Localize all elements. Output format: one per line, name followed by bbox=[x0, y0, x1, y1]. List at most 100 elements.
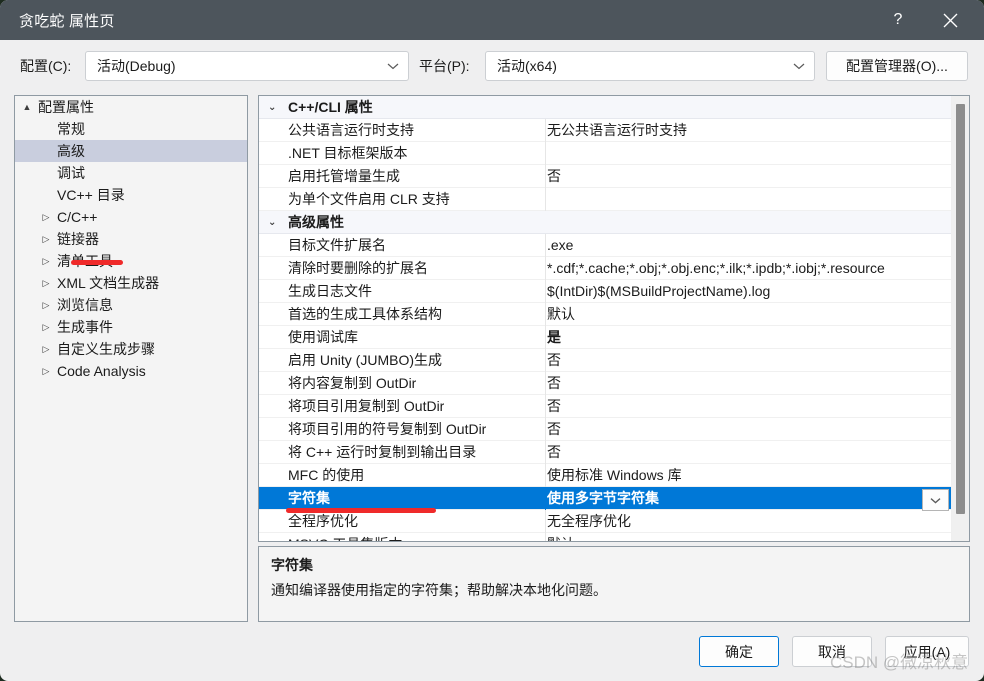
property-row[interactable]: 使用调试库 是 bbox=[259, 326, 951, 349]
sidebar-item[interactable]: ▷ 自定义生成步骤 bbox=[15, 338, 247, 360]
close-icon[interactable] bbox=[926, 0, 974, 40]
property-section-header[interactable]: ⌄ 高级属性 bbox=[259, 211, 951, 234]
property-value[interactable]: .exe bbox=[547, 237, 947, 253]
property-value[interactable]: 否 bbox=[547, 166, 947, 186]
sidebar-item[interactable]: ▷ XML 文档生成器 bbox=[15, 272, 247, 294]
sidebar-item[interactable]: ▷清单工具 bbox=[15, 250, 247, 272]
sidebar-item[interactable]: ▷ C/C++ bbox=[15, 206, 247, 228]
sidebar-item[interactable]: 调试 bbox=[15, 162, 247, 184]
column-divider bbox=[545, 142, 546, 165]
property-row[interactable]: 将内容复制到 OutDir 否 bbox=[259, 372, 951, 395]
tree-collapsed-icon[interactable]: ▷ bbox=[39, 316, 53, 338]
sidebar-item-label: XML 文档生成器 bbox=[57, 275, 160, 291]
property-row[interactable]: 字符集 使用多字节字符集 bbox=[259, 487, 951, 510]
property-name: 目标文件扩展名 bbox=[288, 237, 386, 253]
character-set-dropdown-button[interactable] bbox=[922, 489, 949, 511]
property-row[interactable]: 清除时要删除的扩展名 *.cdf;*.cache;*.obj;*.obj.enc;… bbox=[259, 257, 951, 280]
property-value[interactable]: 默认 bbox=[547, 304, 947, 324]
property-tree[interactable]: ▲配置属性常规高级调试VC++ 目录▷C/C++▷链接器▷清单工具▷XML 文档… bbox=[14, 95, 248, 622]
property-row[interactable]: 公共语言运行时支持 无公共语言运行时支持 bbox=[259, 119, 951, 142]
property-row[interactable]: 启用 Unity (JUMBO)生成 否 bbox=[259, 349, 951, 372]
sidebar-item-label: 浏览信息 bbox=[57, 297, 113, 313]
property-value[interactable]: 使用标准 Windows 库 bbox=[547, 465, 947, 485]
property-row[interactable]: MSVC 工具集版本 默认 bbox=[259, 533, 951, 541]
column-divider bbox=[545, 464, 546, 487]
chevron-down-icon bbox=[930, 497, 941, 504]
tree-collapsed-icon[interactable]: ▷ bbox=[39, 206, 53, 228]
property-row[interactable]: 生成日志文件 $(IntDir)$(MSBuildProjectName).log bbox=[259, 280, 951, 303]
property-row[interactable]: 将项目引用复制到 OutDir 否 bbox=[259, 395, 951, 418]
scrollbar-thumb[interactable] bbox=[956, 104, 965, 514]
column-divider bbox=[545, 510, 546, 533]
sidebar-item[interactable]: ▷ Code Analysis bbox=[15, 360, 247, 382]
property-value[interactable]: 无全程序优化 bbox=[547, 511, 947, 531]
property-row[interactable]: 启用托管增量生成 否 bbox=[259, 165, 951, 188]
help-icon[interactable]: ? bbox=[874, 0, 922, 40]
property-row[interactable]: 为单个文件启用 CLR 支持 bbox=[259, 188, 951, 211]
property-row[interactable]: 将项目引用的符号复制到 OutDir 否 bbox=[259, 418, 951, 441]
property-value[interactable]: *.cdf;*.cache;*.obj;*.obj.enc;*.ilk;*.ip… bbox=[547, 260, 947, 276]
sidebar-item[interactable]: ▷ 生成事件 bbox=[15, 316, 247, 338]
sidebar-item-label: C/C++ bbox=[57, 209, 98, 225]
tree-expanded-icon[interactable]: ▲ bbox=[20, 96, 34, 118]
configuration-bar: 配置(C): 活动(Debug) 平台(P): 活动(x64) 配置管理器(O)… bbox=[0, 40, 984, 93]
tree-collapsed-icon[interactable]: ▷ bbox=[39, 360, 53, 382]
configuration-manager-button[interactable]: 配置管理器(O)... bbox=[826, 51, 968, 81]
sidebar-item-label: 常规 bbox=[57, 121, 85, 137]
sidebar-item[interactable]: 高级 bbox=[15, 140, 247, 162]
sidebar-item[interactable]: ▷ 链接器 bbox=[15, 228, 247, 250]
property-name: MSVC 工具集版本 bbox=[288, 534, 402, 541]
column-divider bbox=[545, 349, 546, 372]
ok-button[interactable]: 确定 bbox=[699, 636, 779, 667]
property-row[interactable]: 将 C++ 运行时复制到输出目录 否 bbox=[259, 441, 951, 464]
tree-collapsed-icon[interactable]: ▷ bbox=[39, 338, 53, 360]
tree-collapsed-icon[interactable]: ▷ bbox=[39, 228, 53, 250]
property-grid[interactable]: ⌄ C++/CLI 属性公共语言运行时支持 无公共语言运行时支持 .NET 目标框架版… bbox=[258, 95, 970, 542]
tree-collapsed-icon[interactable]: ▷ bbox=[39, 272, 53, 294]
tree-collapsed-icon[interactable]: ▷ bbox=[39, 294, 53, 316]
sidebar-item[interactable]: ▲ 配置属性 bbox=[15, 96, 247, 118]
column-divider bbox=[545, 119, 546, 142]
property-row[interactable]: 全程序优化 无全程序优化 bbox=[259, 510, 951, 533]
property-name: 为单个文件启用 CLR 支持 bbox=[288, 191, 450, 207]
property-row[interactable]: MFC 的使用 使用标准 Windows 库 bbox=[259, 464, 951, 487]
property-value[interactable]: 无公共语言运行时支持 bbox=[547, 120, 947, 140]
column-divider bbox=[545, 326, 546, 349]
sidebar-item-label: 调试 bbox=[57, 165, 85, 181]
cancel-button[interactable]: 取消 bbox=[792, 636, 872, 667]
property-row[interactable]: .NET 目标框架版本 bbox=[259, 142, 951, 165]
chevron-down-icon[interactable]: ⌄ bbox=[268, 102, 276, 113]
property-value[interactable]: $(IntDir)$(MSBuildProjectName).log bbox=[547, 283, 947, 299]
column-divider bbox=[545, 257, 546, 280]
sidebar-item-label: VC++ 目录 bbox=[57, 187, 125, 203]
sidebar-item[interactable]: VC++ 目录 bbox=[15, 184, 247, 206]
sidebar-item-label: 自定义生成步骤 bbox=[57, 341, 155, 357]
property-value[interactable]: 否 bbox=[547, 419, 947, 439]
property-value[interactable]: 是 bbox=[547, 327, 947, 347]
apply-button[interactable]: 应用(A) bbox=[885, 636, 969, 667]
property-value[interactable]: 默认 bbox=[547, 534, 947, 541]
platform-value: 活动(x64) bbox=[497, 58, 557, 74]
property-value[interactable]: 否 bbox=[547, 396, 947, 416]
property-value[interactable]: 否 bbox=[547, 350, 947, 370]
property-value[interactable]: 否 bbox=[547, 373, 947, 393]
tree-collapsed-icon[interactable]: ▷ bbox=[39, 250, 53, 272]
property-row[interactable]: 目标文件扩展名 .exe bbox=[259, 234, 951, 257]
configuration-select[interactable]: 活动(Debug) bbox=[85, 51, 409, 81]
property-name: 全程序优化 bbox=[288, 513, 358, 529]
property-name: 生成日志文件 bbox=[288, 283, 372, 299]
property-row[interactable]: 首选的生成工具体系结构 默认 bbox=[259, 303, 951, 326]
property-value[interactable]: 否 bbox=[547, 442, 947, 462]
sidebar-item[interactable]: 常规 bbox=[15, 118, 247, 140]
platform-select[interactable]: 活动(x64) bbox=[485, 51, 815, 81]
column-divider bbox=[545, 372, 546, 395]
chevron-down-icon[interactable]: ⌄ bbox=[268, 217, 276, 228]
property-name: 启用 Unity (JUMBO)生成 bbox=[288, 352, 442, 368]
column-divider bbox=[545, 487, 546, 510]
property-grid-scrollbar[interactable] bbox=[951, 96, 969, 541]
property-name: 高级属性 bbox=[288, 214, 344, 230]
sidebar-item[interactable]: ▷ 浏览信息 bbox=[15, 294, 247, 316]
property-section-header[interactable]: ⌄ C++/CLI 属性 bbox=[259, 96, 951, 119]
property-value[interactable]: 使用多字节字符集 bbox=[547, 488, 947, 508]
property-name: 公共语言运行时支持 bbox=[288, 122, 414, 138]
